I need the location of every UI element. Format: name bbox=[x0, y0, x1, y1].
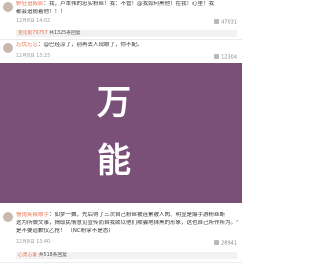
divider bbox=[0, 39, 242, 40]
like-thumb-icon bbox=[214, 240, 220, 245]
comment-text-line3: 是不要道歉仅乙抢！ （NC粉掌不是态） bbox=[16, 228, 114, 234]
like-thumb-icon bbox=[214, 54, 220, 59]
reply-count[interactable]: 共1325条回复 bbox=[49, 31, 80, 36]
comment-time: 12月8日 13:40 bbox=[16, 240, 51, 245]
reply-username[interactable]: 心灵心爱 bbox=[18, 253, 37, 258]
reply-count[interactable]: 共518条回复 bbox=[39, 253, 67, 258]
comment-time: 12月8日 13:23 bbox=[16, 54, 51, 59]
comment-username[interactable]: 忘忧忘忘 bbox=[16, 42, 38, 48]
comment-username[interactable]: 野狂追板影 bbox=[16, 1, 44, 7]
comment-username[interactable]: 慢雨笑痕歌手 bbox=[16, 212, 49, 218]
avatar[interactable] bbox=[3, 212, 13, 222]
reply-username[interactable]: 变化影79757 bbox=[18, 31, 48, 36]
comment-text-line2: 这为所做文事，揭取民情意见宣传而自我欲以他们欺骗地抹黑的形象，这也自己所作所为。… bbox=[16, 220, 238, 226]
divider bbox=[0, 262, 242, 263]
comment-text: 忘忧忘忘：@巴经凉了，别再丢人现眼了，你不配。 bbox=[16, 42, 143, 48]
comment-text: 野狂追板影：我，卢本伟的忠实粉丝！我：不管！@我如何黑他！在我！心里！我 bbox=[16, 1, 215, 7]
reply-bar[interactable]: 变化影79757 共1325条回复 bbox=[16, 30, 237, 37]
like-button[interactable]: 28941 bbox=[214, 240, 237, 247]
comment-time: 12月8日 14:02 bbox=[16, 19, 51, 24]
like-count: 28941 bbox=[221, 240, 237, 247]
like-button[interactable]: 12304 bbox=[214, 54, 237, 61]
like-button[interactable]: 47031 bbox=[214, 19, 237, 26]
like-count: 47031 bbox=[221, 19, 237, 26]
like-count: 12304 bbox=[221, 54, 237, 61]
overlay-char-1: 万 bbox=[97, 83, 131, 123]
overlay-char-2: 能 bbox=[97, 141, 131, 181]
avatar[interactable] bbox=[3, 43, 13, 53]
reply-bar[interactable]: 心灵心爱 共518条回复 bbox=[16, 252, 237, 259]
avatar[interactable] bbox=[3, 2, 13, 12]
like-thumb-icon bbox=[214, 19, 220, 24]
comment-text-line2: 都会追随着他！！！ bbox=[16, 9, 66, 15]
overlay-panel: 万 能 bbox=[0, 63, 242, 203]
comment-text: 慢雨笑痕歌手：如梦一舞，先后得了三次自己粉丝被连累被人肉、明显是爆手游粉丝断 bbox=[16, 212, 226, 218]
